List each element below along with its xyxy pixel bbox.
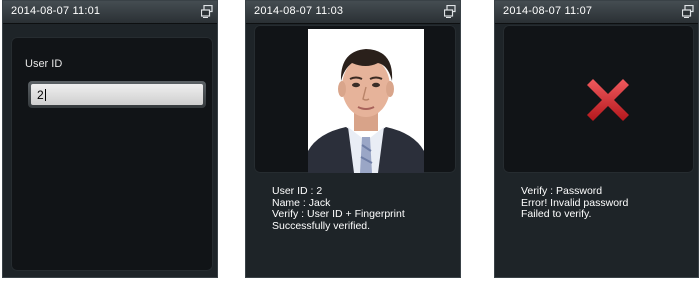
user-photo <box>308 29 424 173</box>
clock: 2014-08-07 11:07 <box>503 5 593 17</box>
clock: 2014-08-07 11:03 <box>254 5 344 17</box>
status-bar: 2014-08-07 11:01 <box>3 1 217 24</box>
user-id-input[interactable]: 2 <box>28 81 206 108</box>
device-screen-user-id-entry: 2014-08-07 11:01 User ID 2 <box>2 0 218 278</box>
text-caret <box>44 89 46 101</box>
clock: 2014-08-07 11:01 <box>11 5 101 17</box>
info-line: Verify : Password <box>521 185 603 197</box>
info-line: Failed to verify. <box>521 208 592 220</box>
network-icon <box>682 5 694 18</box>
user-id-value: 2 <box>37 88 44 102</box>
info-line: Successfully verified. <box>272 219 371 232</box>
user-id-label: User ID <box>25 58 63 70</box>
device-screen-verify-failed: 2014-08-07 11:07 Verify : Password Error… <box>494 0 699 278</box>
status-bar: 2014-08-07 11:07 <box>495 1 698 24</box>
status-bar: 2014-08-07 11:03 <box>246 1 460 24</box>
verification-info: Verify : Password Error! Invalid passwor… <box>521 185 628 221</box>
info-line: Verify : User ID + Fingerprint <box>272 208 405 220</box>
content-panel <box>11 37 213 271</box>
network-icon <box>444 5 456 18</box>
content-panel <box>254 25 456 173</box>
verification-info: User ID : 2 Name : Jack Verify : User ID… <box>272 185 405 232</box>
network-icon <box>201 5 213 18</box>
error-x-icon <box>587 79 629 121</box>
device-screen-verify-success: 2014-08-07 11:03 User ID: 2 Name: Jack… <box>245 0 461 278</box>
info-line: User ID : 2 <box>272 185 323 197</box>
